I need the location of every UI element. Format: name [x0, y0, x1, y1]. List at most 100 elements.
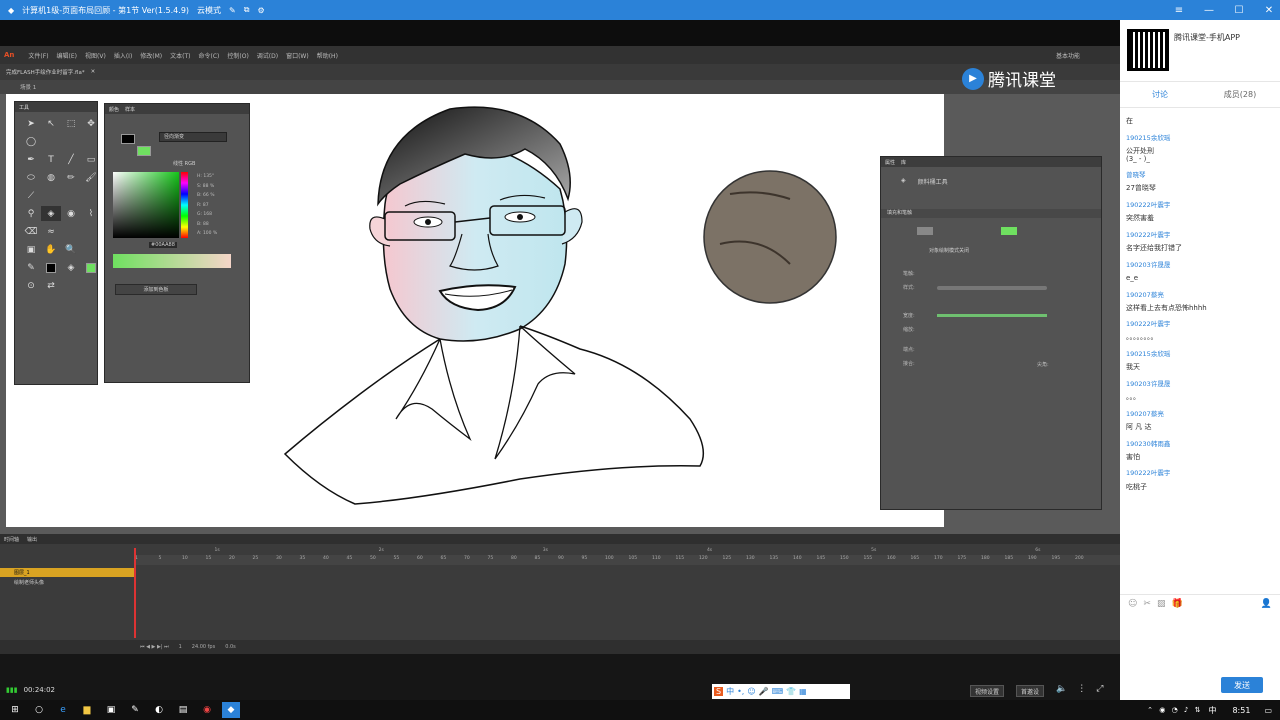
layer-row[interactable]: 绘制老师头像 — [0, 578, 134, 587]
notification-icon[interactable]: ▭ — [1264, 706, 1272, 715]
message-author[interactable]: 190222叶震宇 — [1126, 321, 1274, 328]
lasso-tool-icon[interactable]: ◯ — [21, 134, 41, 149]
menu-modify[interactable]: 修改(M) — [140, 51, 162, 60]
menu-text[interactable]: 文本(T) — [170, 51, 190, 60]
tray-icons[interactable]: ⌃ ◉ ◔ ♪ ⇅ — [1147, 706, 1202, 714]
maximize-icon[interactable]: ☐ — [1228, 0, 1250, 20]
menu-control[interactable]: 控制(O) — [227, 51, 248, 60]
add-to-swatches-button[interactable]: 添加到色板 — [115, 284, 197, 295]
menu-help[interactable]: 帮助(H) — [317, 51, 338, 60]
minimize-icon[interactable]: — — [1198, 0, 1220, 20]
edit-icon[interactable]: ✎ — [229, 6, 236, 15]
play-controls-icon[interactable]: ⏮ ◀ ▶ ▶| ⏭ — [140, 644, 169, 650]
layer-row[interactable]: 图层_1 — [0, 568, 134, 577]
scissors-icon[interactable]: ✂ — [1143, 599, 1151, 609]
chrome-icon[interactable]: ◉ — [198, 702, 216, 718]
message-author[interactable]: 190207蔡亮 — [1126, 291, 1274, 299]
ime-toolbar[interactable]: S 中 •, ☺ 🎤 ⌨ 👕 ▦ — [712, 684, 850, 699]
stroke-swatch[interactable] — [41, 260, 61, 275]
fill-color-swatch[interactable] — [137, 146, 151, 156]
tray-ime[interactable]: 中 — [1208, 705, 1216, 716]
zoom-tool-icon[interactable]: 🔍 — [61, 242, 81, 257]
pen-tool-icon[interactable]: ✒ — [21, 152, 41, 167]
fullscreen-icon[interactable]: ⤢ — [1096, 684, 1103, 694]
selection-tool-icon[interactable]: ➤ — [21, 116, 41, 131]
user-icon[interactable]: 👤 — [1261, 599, 1272, 609]
rectangle-tool-icon[interactable]: ▭ — [81, 152, 101, 167]
tab-discuss[interactable]: 讨论 — [1120, 89, 1200, 100]
deco-tool-icon[interactable]: ⟋ — [21, 188, 41, 203]
taskbar-app-icon[interactable]: ✎ — [126, 702, 144, 718]
fill-stroke-section[interactable]: 填充和笔触 — [881, 209, 1101, 218]
subselection-tool-icon[interactable]: ↖ — [41, 116, 61, 131]
width-slider[interactable] — [937, 314, 1047, 317]
object-drawing-toggle[interactable]: 对象绘制模式关闭 — [929, 247, 969, 254]
fill-swatch-props[interactable] — [1001, 227, 1017, 235]
menu-commands[interactable]: 命令(C) — [199, 51, 220, 60]
color-tab[interactable]: 颜色 — [109, 106, 119, 113]
timeline-ruler[interactable]: 1 5 10 15 20 25 30 35 40 45 50 55 60 65 70 75 80 85 90 95 10… — [135, 555, 1120, 565]
ink-bottle-icon[interactable]: ◉ — [61, 206, 81, 221]
taskbar-app-icon[interactable]: ▣ — [102, 702, 120, 718]
message-list[interactable]: 在 190215余欣瑶 公开处刑 (3_ - )_ 曾晓琴 27曾晓琴 190222叶震宇… — [1120, 108, 1280, 495]
polystar-tool-icon[interactable]: ◍ — [41, 170, 61, 185]
document-tab[interactable]: 完成FLASH手绘作业时留字.fla* — [6, 68, 85, 76]
bone-tool-icon[interactable]: ⚲ — [21, 206, 41, 221]
windows-start-icon[interactable]: ⊞ — [6, 702, 24, 718]
3d-rotation-icon[interactable]: ✥ — [81, 116, 101, 131]
message-author[interactable]: 190203许晟晟 — [1126, 380, 1274, 388]
hand-tool-icon[interactable]: ✋ — [41, 242, 61, 257]
stroke-swatch-props[interactable] — [917, 227, 933, 235]
message-author[interactable]: 190222叶震宇 — [1126, 201, 1274, 209]
eyedropper-icon[interactable]: ⌇ — [81, 206, 101, 221]
properties-tab[interactable]: 属性 — [885, 159, 895, 166]
gift-icon[interactable]: 🎁 — [1171, 599, 1182, 609]
message-author[interactable]: 190215余欣瑶 — [1126, 351, 1274, 358]
share-icon[interactable]: ⧉ — [244, 5, 250, 15]
menu-window[interactable]: 窗口(W) — [286, 51, 309, 60]
menu-icon[interactable]: ≡ — [1168, 0, 1190, 20]
message-author[interactable]: 190207蔡亮 — [1126, 410, 1274, 418]
tab-members[interactable]: 成员(28) — [1200, 89, 1280, 100]
swatches-tab[interactable]: 样本 — [125, 106, 135, 113]
danmaku-icon[interactable]: ⋮ — [1077, 684, 1086, 694]
volume-icon[interactable]: 🔈 — [1056, 684, 1067, 694]
camera-tool-icon[interactable]: ▣ — [21, 242, 41, 257]
width-tool-icon[interactable]: ≈ — [41, 224, 61, 239]
transform-tool-icon[interactable]: ⬚ — [61, 116, 81, 131]
workspace-selector[interactable]: 基本功能 — [1056, 51, 1080, 60]
stroke-color-swatch[interactable] — [121, 134, 135, 144]
style-preview[interactable] — [937, 286, 1047, 290]
menu-debug[interactable]: 调试(D) — [257, 51, 278, 60]
message-author[interactable]: 曾晓琴 — [1126, 172, 1274, 179]
swap-colors-icon[interactable]: ⇄ — [41, 278, 61, 293]
output-tab[interactable]: 输出 — [27, 536, 37, 543]
fill-color-icon[interactable]: ◈ — [61, 260, 81, 275]
text-tool-icon[interactable]: T — [41, 152, 61, 167]
menu-view[interactable]: 视图(V) — [85, 51, 106, 60]
timeline-tab[interactable]: 时间轴 — [4, 536, 19, 543]
pencil-tool-icon[interactable]: ✏ — [61, 170, 81, 185]
line-tool-icon[interactable]: ╱ — [61, 152, 81, 167]
message-author[interactable]: 190230韩雨鑫 — [1126, 440, 1274, 448]
linear-rgb-checkbox[interactable]: 线性 RGB — [173, 160, 195, 167]
fill-swatch[interactable] — [81, 260, 101, 275]
message-author[interactable]: 190215余欣瑶 — [1126, 134, 1274, 142]
menu-insert[interactable]: 插入(I) — [114, 51, 132, 60]
edge-icon[interactable]: e — [54, 702, 72, 718]
playhead[interactable] — [134, 548, 136, 638]
hex-input[interactable]: #00AA88 — [149, 242, 177, 248]
taskbar-app-icon[interactable]: ◐ — [150, 702, 168, 718]
library-tab[interactable]: 库 — [901, 159, 906, 166]
oval-tool-icon[interactable]: ⬭ — [21, 170, 41, 185]
paint-bucket-icon[interactable]: ◈ — [41, 206, 61, 221]
message-author[interactable]: 190203许晟晟 — [1126, 261, 1274, 269]
hue-slider[interactable] — [181, 172, 188, 238]
image-icon[interactable]: ▨ — [1157, 599, 1166, 609]
fill-type-select[interactable]: 径向渐变 — [159, 132, 227, 142]
menu-file[interactable]: 文件(F) — [28, 51, 48, 60]
gradient-bar[interactable] — [113, 254, 231, 268]
eraser-icon[interactable]: ⌫ — [21, 224, 41, 239]
invite-button[interactable]: 首邀设 — [1016, 685, 1045, 697]
snap-icon[interactable]: ⊙ — [21, 278, 41, 293]
